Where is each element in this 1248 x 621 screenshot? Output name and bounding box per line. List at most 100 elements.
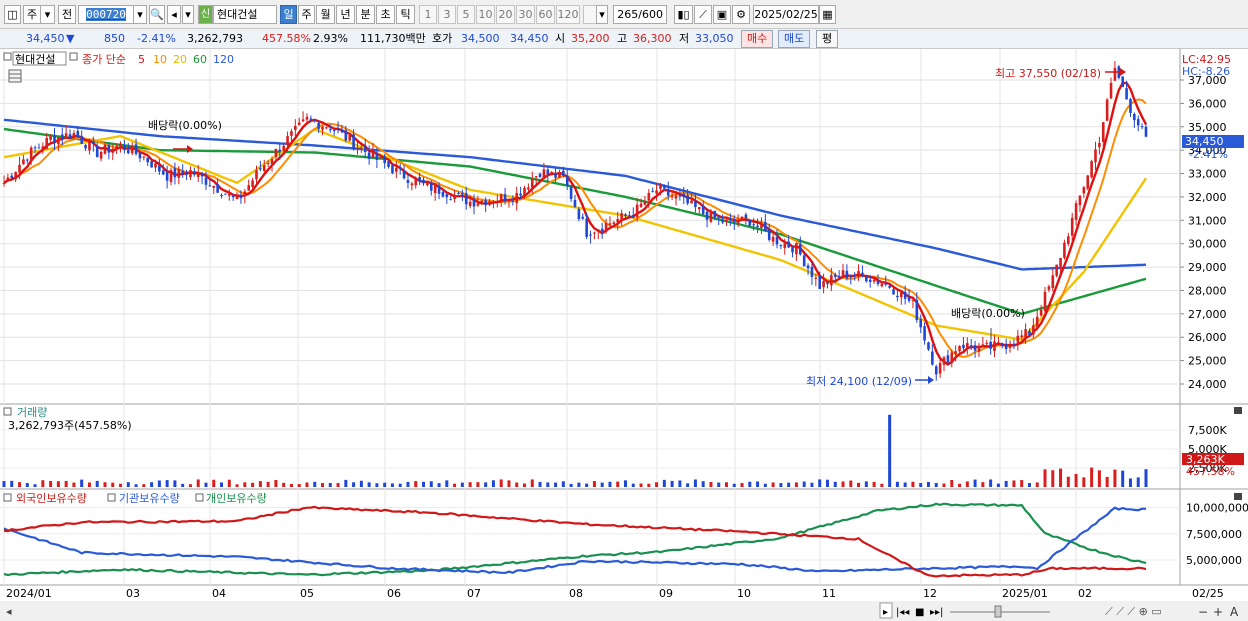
tick-5[interactable]: 5 bbox=[457, 5, 475, 24]
candle-body bbox=[530, 179, 534, 188]
interval-second[interactable]: 초 bbox=[376, 5, 395, 24]
save-icon[interactable]: ▣ bbox=[713, 5, 731, 24]
zoom-in-icon[interactable]: + bbox=[1213, 605, 1223, 619]
draw-icon[interactable]: ⟋ bbox=[694, 5, 712, 24]
interval-month[interactable]: 월 bbox=[316, 5, 335, 24]
code-input[interactable]: 000720 bbox=[78, 5, 134, 24]
chart-menu-icon[interactable]: ◫ bbox=[4, 5, 21, 24]
last-icon[interactable]: ▸▸| bbox=[930, 607, 943, 618]
code-dropdown-icon[interactable]: ▾ bbox=[133, 5, 147, 24]
candle-body bbox=[736, 222, 740, 224]
tick-1[interactable]: 1 bbox=[419, 5, 437, 24]
candle-icon[interactable]: ▮▯ bbox=[674, 5, 693, 24]
tick-20[interactable]: 20 bbox=[496, 5, 515, 24]
tick-120[interactable]: 120 bbox=[556, 5, 580, 24]
search-icon[interactable]: 🔍 bbox=[149, 5, 165, 24]
candle-body bbox=[764, 221, 767, 231]
period-select[interactable]: 주 bbox=[23, 5, 41, 24]
volume-bar bbox=[10, 480, 14, 487]
zoom-slider-thumb[interactable] bbox=[994, 605, 1002, 618]
candle-body bbox=[278, 149, 282, 152]
count-field[interactable]: 265/600 bbox=[613, 5, 667, 24]
candle-body bbox=[274, 148, 278, 157]
interval-minute[interactable]: 분 bbox=[356, 5, 375, 24]
candle-body bbox=[18, 164, 21, 173]
candle-body bbox=[161, 170, 165, 175]
volume-bar bbox=[732, 483, 736, 487]
volume-bar bbox=[857, 482, 861, 487]
candle-body bbox=[367, 152, 371, 159]
down-arrow-icon: ▼ bbox=[66, 32, 75, 45]
tick-120-label: 120 bbox=[557, 8, 579, 21]
volume-bar bbox=[188, 484, 192, 487]
candle-body bbox=[833, 274, 837, 277]
volume-bar bbox=[33, 484, 37, 487]
volume-bar bbox=[740, 482, 744, 487]
scrollbar[interactable] bbox=[0, 601, 1248, 621]
prev-label: 전 bbox=[61, 8, 73, 21]
date-field[interactable]: 2025/02/25 bbox=[753, 5, 819, 24]
candle-body bbox=[705, 211, 709, 220]
period-dropdown-icon[interactable]: ▾ bbox=[41, 5, 55, 24]
candle-body bbox=[464, 193, 468, 205]
holdings-panel-close-icon[interactable] bbox=[1234, 493, 1242, 500]
legend-ma-60: 60 bbox=[193, 53, 207, 66]
interval-tick[interactable]: 틱 bbox=[396, 5, 415, 24]
scroll-left-icon[interactable]: ◂ bbox=[6, 605, 12, 618]
candle-body bbox=[934, 366, 938, 375]
tick-60[interactable]: 60 bbox=[536, 5, 555, 24]
volume-bar bbox=[445, 480, 449, 487]
sell-button[interactable]: 매도 bbox=[778, 30, 811, 48]
candle-body bbox=[569, 186, 573, 199]
stop-icon[interactable]: ■ bbox=[915, 607, 924, 618]
tick-10[interactable]: 10 bbox=[476, 5, 495, 24]
stock-name-field[interactable]: 현대건설 bbox=[213, 5, 277, 24]
interval-day[interactable]: 일 bbox=[280, 5, 297, 24]
candle-body bbox=[577, 208, 581, 220]
volume-panel-close-icon[interactable] bbox=[1234, 407, 1242, 414]
candle-body bbox=[309, 118, 313, 120]
gear-icon[interactable]: ⚙ bbox=[732, 5, 750, 24]
candle-body bbox=[989, 341, 992, 349]
volume-bar bbox=[958, 483, 962, 487]
candle-body bbox=[923, 326, 926, 341]
candle-body bbox=[68, 134, 72, 139]
tick-20-label: 20 bbox=[498, 8, 513, 21]
legend-stock-name: 현대건설 bbox=[15, 53, 55, 66]
zoom-out-icon[interactable]: − bbox=[1198, 605, 1208, 619]
candle-body bbox=[270, 159, 274, 165]
calendar-icon[interactable]: ▦ bbox=[819, 5, 836, 24]
candle-body bbox=[445, 194, 449, 198]
speaker-icon[interactable]: ◂ bbox=[167, 5, 181, 24]
flat-button[interactable]: 평 bbox=[816, 30, 839, 48]
volume-bar bbox=[888, 414, 892, 487]
tool-icons[interactable]: ⟋ ⟋ ⟋ ⊕ ▭ bbox=[1105, 605, 1162, 618]
candle-body bbox=[732, 220, 736, 222]
first-icon[interactable]: |◂◂ bbox=[896, 607, 909, 618]
candle-body bbox=[14, 171, 17, 180]
volume-bar bbox=[911, 481, 915, 487]
prev-button[interactable]: 전 bbox=[58, 5, 76, 24]
buy-button[interactable]: 매수 bbox=[741, 30, 774, 48]
candle-body bbox=[115, 146, 118, 148]
interval-week[interactable]: 주 bbox=[298, 5, 315, 24]
count-value: 265 bbox=[617, 8, 639, 21]
candle-body bbox=[554, 172, 557, 178]
tick-3[interactable]: 3 bbox=[438, 5, 456, 24]
volume-bar bbox=[484, 482, 488, 487]
candle-body bbox=[37, 147, 41, 149]
table-icon[interactable] bbox=[8, 69, 22, 83]
speaker-dropdown-icon[interactable]: ▾ bbox=[182, 5, 194, 24]
tick-30[interactable]: 30 bbox=[516, 5, 535, 24]
candle-body bbox=[305, 116, 309, 120]
candle-body bbox=[635, 204, 639, 218]
interval-year[interactable]: 년 bbox=[336, 5, 355, 24]
volume-bar bbox=[406, 481, 410, 487]
auto-scale-icon[interactable]: A bbox=[1230, 605, 1239, 619]
candle-body bbox=[60, 134, 64, 140]
volume-bar bbox=[577, 482, 581, 487]
volume-bar bbox=[1128, 478, 1132, 487]
tick-dropdown-icon[interactable]: ▾ bbox=[596, 5, 608, 24]
candle-body bbox=[725, 219, 728, 221]
candle-body bbox=[962, 344, 965, 349]
